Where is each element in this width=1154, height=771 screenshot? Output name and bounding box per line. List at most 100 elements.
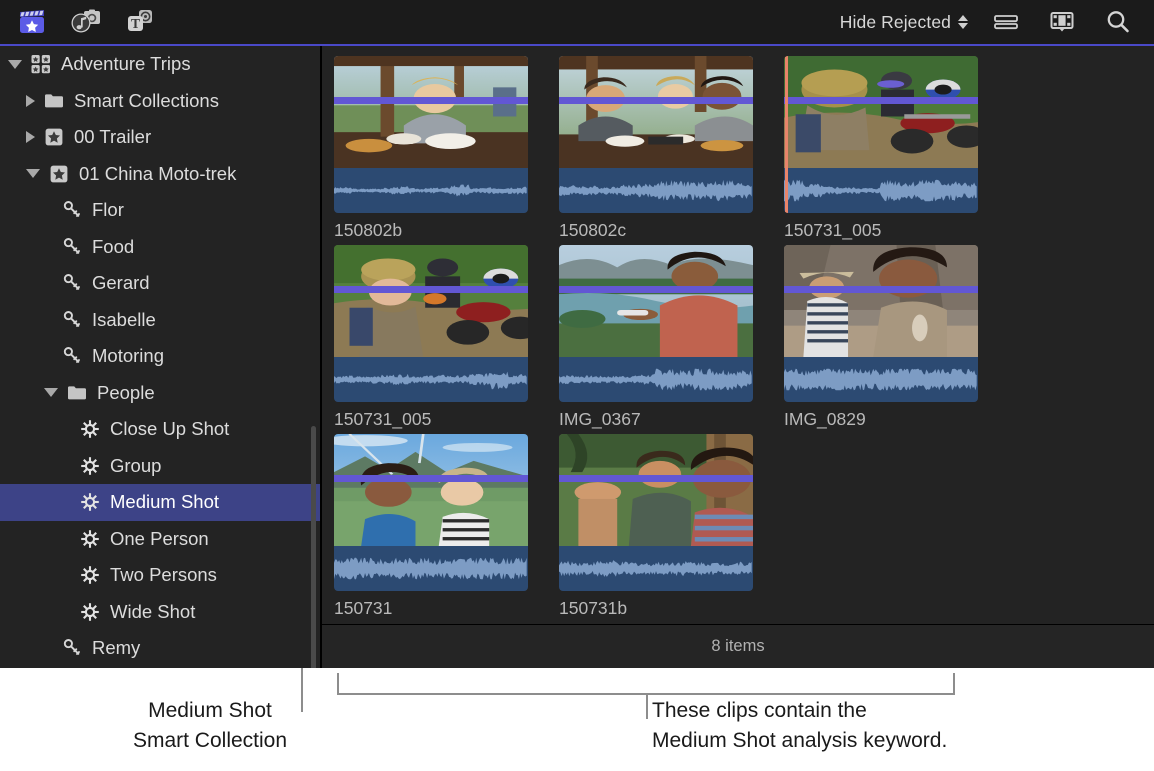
toolbar-right-group: Hide Rejected	[840, 7, 1154, 37]
keyword-marker-bar[interactable]	[784, 97, 978, 104]
clip-thumbnail[interactable]	[559, 56, 753, 213]
sidebar-item-adventure-trips[interactable]: Adventure Trips	[0, 46, 320, 83]
sidebar-item-motoring[interactable]: Motoring	[0, 338, 320, 375]
sidebar-item-label: Group	[110, 455, 161, 477]
clip-audio-waveform	[334, 168, 528, 213]
photos-and-audio-icon[interactable]	[68, 7, 104, 37]
clip-item[interactable]: 150731_005	[784, 56, 996, 241]
sidebar-item-label: One Person	[110, 528, 209, 550]
hide-rejected-label: Hide Rejected	[840, 12, 951, 33]
sidebar-item-people[interactable]: People	[0, 375, 320, 412]
clip-thumbnail[interactable]	[784, 56, 978, 213]
clip-audio-waveform	[559, 168, 753, 213]
titles-and-generators-icon[interactable]: T	[122, 7, 158, 37]
keyword-icon	[61, 345, 83, 367]
sidebar-item-one-person[interactable]: One Person	[0, 521, 320, 558]
keyword-marker-bar[interactable]	[334, 475, 528, 482]
sidebar-item-00-trailer[interactable]: 00 Trailer	[0, 119, 320, 156]
clip-name-label: 150802c	[559, 220, 771, 241]
clip-thumbnail[interactable]	[784, 245, 978, 402]
list-view-icon[interactable]	[988, 7, 1024, 37]
sidebar-item-label: Two Persons	[110, 564, 217, 586]
skimmer-playhead[interactable]	[785, 56, 788, 213]
disclosure-triangle-closed-icon[interactable]	[26, 131, 35, 143]
hide-rejected-filter[interactable]: Hide Rejected	[840, 12, 968, 33]
filmstrip-view-icon[interactable]	[1044, 7, 1080, 37]
sidebar-item-food[interactable]: Food	[0, 229, 320, 266]
callout-right-text: These clips contain the Medium Shot anal…	[652, 696, 947, 756]
clip-item[interactable]: 150802c	[559, 56, 771, 241]
clip-video-frame	[334, 245, 528, 357]
analysis-keyword-icon	[79, 418, 101, 440]
clip-audio-waveform	[559, 357, 753, 402]
sidebar-item-isabelle[interactable]: Isabelle	[0, 302, 320, 339]
event-library-icon	[30, 53, 52, 75]
sidebar-item-label: Food	[92, 236, 134, 258]
sidebar-item-label: Flor	[92, 199, 124, 221]
clip-name-label: IMG_0367	[559, 409, 771, 430]
sidebar-item-label: Medium Shot	[110, 491, 219, 513]
clip-thumbnail[interactable]	[559, 245, 753, 402]
clip-video-frame	[559, 245, 753, 357]
clip-item[interactable]: 150731_005	[334, 245, 546, 430]
search-icon[interactable]	[1100, 7, 1136, 37]
disclosure-triangle-closed-icon[interactable]	[26, 95, 35, 107]
disclosure-triangle-open-icon[interactable]	[8, 60, 22, 69]
callout-right-line2: Medium Shot analysis keyword.	[652, 726, 947, 756]
sidebar[interactable]: Adventure Trips Smart Collections 00 Trai…	[0, 46, 320, 668]
sidebar-item-group[interactable]: Group	[0, 448, 320, 485]
sidebar-item-smart-collections[interactable]: Smart Collections	[0, 83, 320, 120]
folder-icon	[43, 90, 65, 112]
sidebar-item-label: Gerard	[92, 272, 150, 294]
keyword-marker-bar[interactable]	[334, 286, 528, 293]
disclosure-triangle-open-icon[interactable]	[44, 388, 58, 397]
clip-video-frame	[784, 56, 978, 168]
libraries-icon[interactable]	[14, 7, 50, 37]
sidebar-item-medium-shot[interactable]: Medium Shot	[0, 484, 320, 521]
sidebar-item-01-china-moto-trek[interactable]: 01 China Moto-trek	[0, 156, 320, 193]
analysis-keyword-icon	[79, 564, 101, 586]
clip-name-label: 150731_005	[334, 409, 546, 430]
clip-item[interactable]: 150731b	[559, 434, 771, 619]
disclosure-triangle-open-icon[interactable]	[26, 169, 40, 178]
sidebar-item-label: Remy	[92, 637, 140, 659]
screenshot-root: T Hide Rejected	[0, 0, 1154, 771]
keyword-marker-bar[interactable]	[559, 286, 753, 293]
app-window: T Hide Rejected	[0, 0, 1154, 668]
analysis-keyword-icon	[79, 528, 101, 550]
keyword-icon	[61, 272, 83, 294]
clip-item[interactable]: 150802b	[334, 56, 546, 241]
sidebar-item-label: Wide Shot	[110, 601, 195, 623]
keyword-icon	[61, 309, 83, 331]
sidebar-item-wide-shot[interactable]: Wide Shot	[0, 594, 320, 631]
keyword-marker-bar[interactable]	[559, 475, 753, 482]
keyword-marker-bar[interactable]	[784, 286, 978, 293]
keyword-marker-bar[interactable]	[559, 97, 753, 104]
clip-video-frame	[559, 434, 753, 546]
analysis-keyword-icon	[79, 601, 101, 623]
clip-item[interactable]: IMG_0367	[559, 245, 771, 430]
sidebar-item-two-persons[interactable]: Two Persons	[0, 557, 320, 594]
clip-item[interactable]: IMG_0829	[784, 245, 996, 430]
analysis-keyword-icon	[79, 455, 101, 477]
sidebar-item-close-up-shot[interactable]: Close Up Shot	[0, 411, 320, 448]
sidebar-scrollbar[interactable]	[311, 426, 316, 668]
clip-thumbnail[interactable]	[559, 434, 753, 591]
chevron-updown-icon[interactable]	[958, 15, 968, 29]
clip-item[interactable]: 150731	[334, 434, 546, 619]
item-count-label: 8 items	[711, 637, 764, 656]
sidebar-item-gerard[interactable]: Gerard	[0, 265, 320, 302]
sidebar-item-flor[interactable]: Flor	[0, 192, 320, 229]
keyword-marker-bar[interactable]	[334, 97, 528, 104]
sidebar-item-label: 01 China Moto-trek	[79, 163, 236, 185]
clip-thumbnail[interactable]	[334, 245, 528, 402]
sidebar-item-remy[interactable]: Remy	[0, 630, 320, 667]
clip-browser[interactable]: 150802b 150802c 150731_005	[322, 46, 1154, 668]
clip-thumbnail[interactable]	[334, 56, 528, 213]
callout-left-line1: Medium Shot	[120, 696, 300, 726]
analysis-keyword-icon	[79, 491, 101, 513]
callout-left-text: Medium Shot Smart Collection	[120, 696, 300, 756]
keyword-icon	[61, 199, 83, 221]
clip-thumbnail[interactable]	[334, 434, 528, 591]
sidebar-item-label: Adventure Trips	[61, 53, 191, 75]
